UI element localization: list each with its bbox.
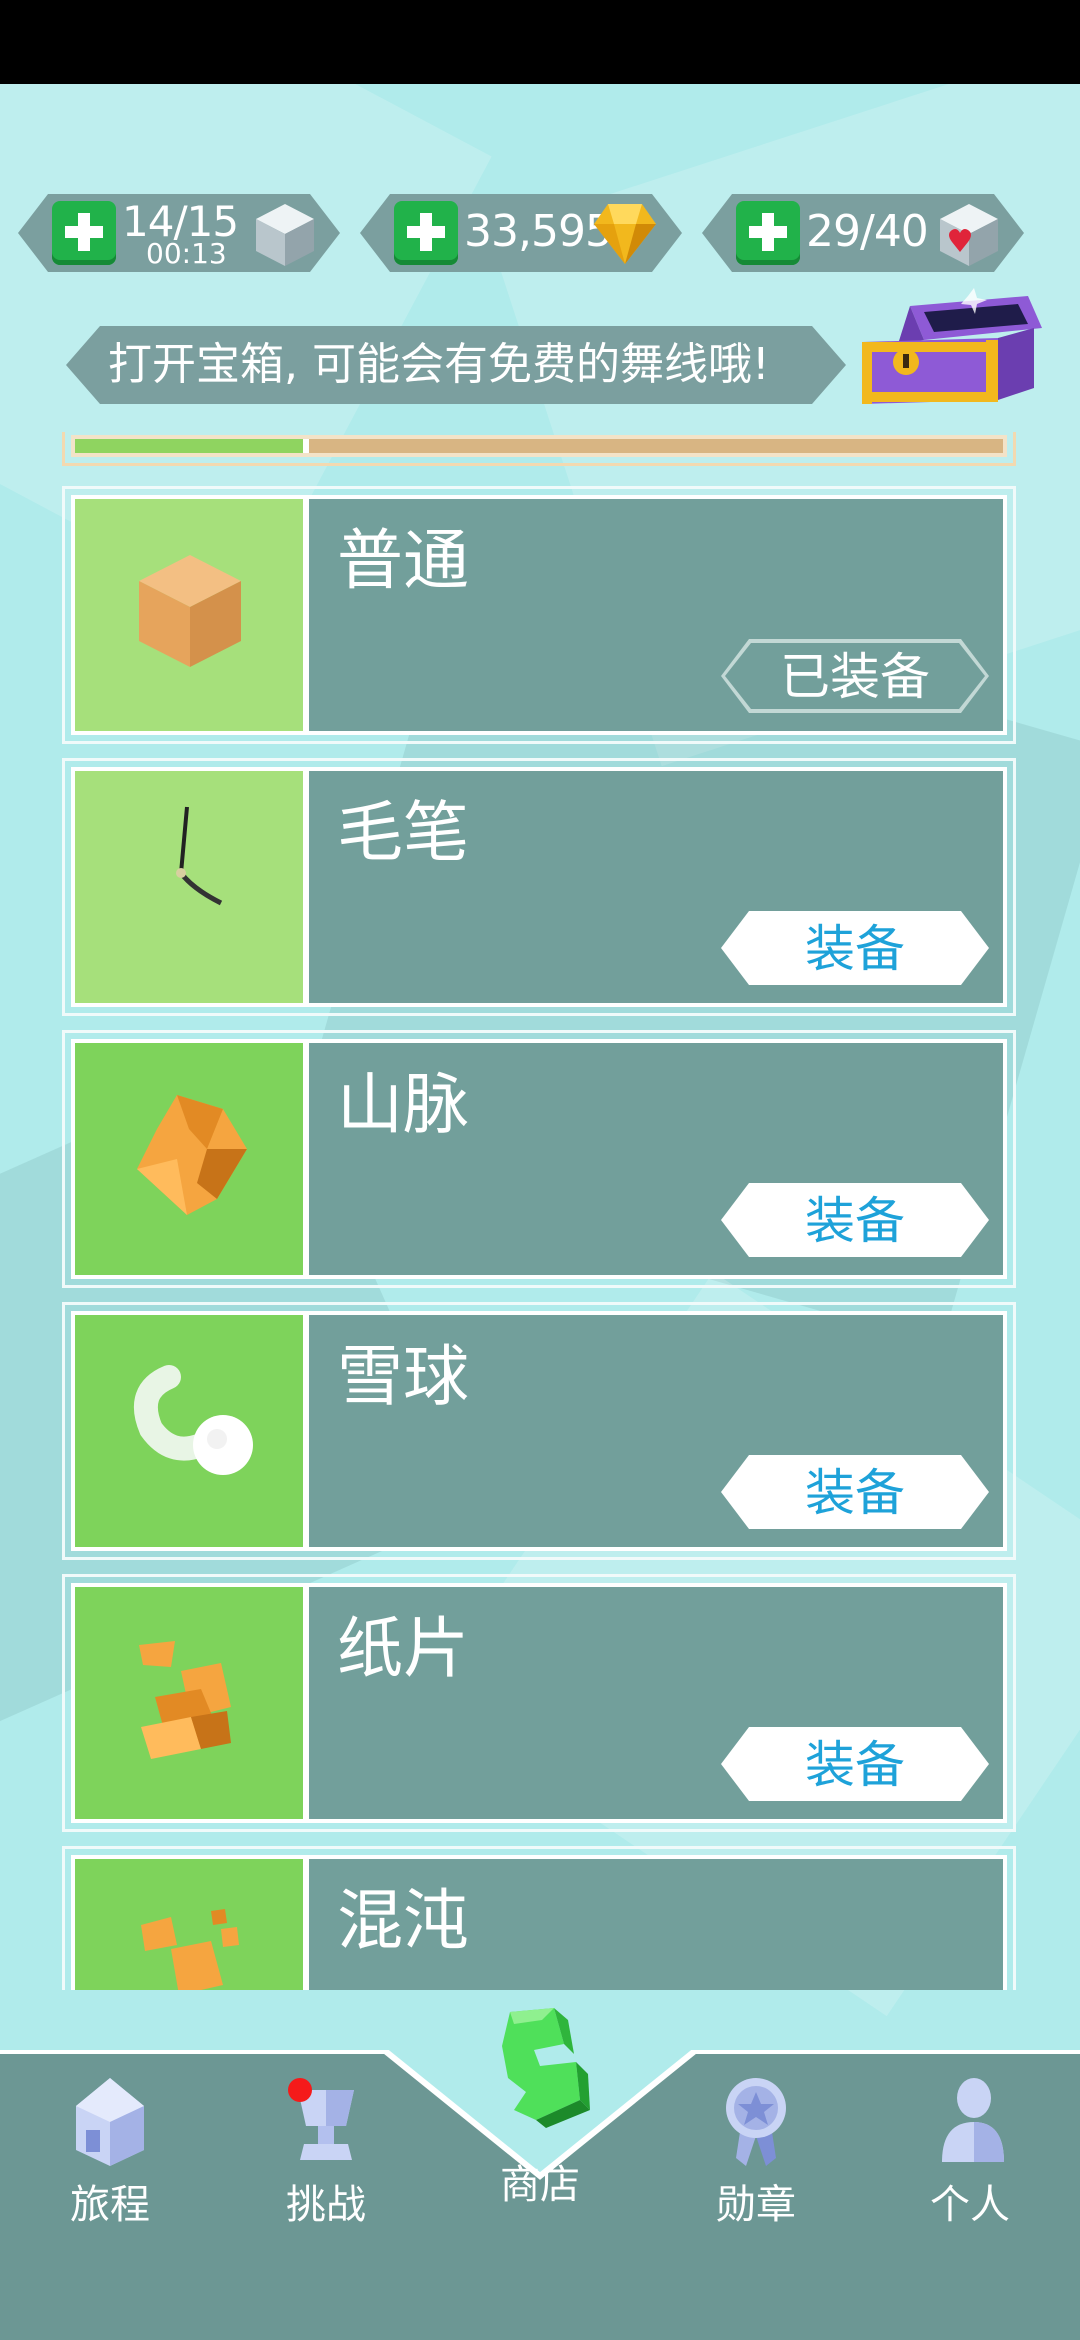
gems-value: 33,595 xyxy=(464,206,612,257)
status-bar xyxy=(0,0,1080,84)
trail-thumb xyxy=(75,499,309,731)
equip-button[interactable]: 装备 xyxy=(721,1455,989,1529)
trail-list[interactable]: 普通 已装备 毛笔 装备 山脉 装备 雪球 装备 纸片 装备 混沌 xyxy=(62,432,1016,1990)
equip-button[interactable]: 装备 xyxy=(721,911,989,985)
chest-hint-banner: 打开宝箱, 可能会有免费的舞线哦! xyxy=(66,326,846,404)
snowball-trail-icon xyxy=(133,1365,253,1475)
nav-profile[interactable]: 个人 xyxy=(862,2070,1078,2250)
trail-thumb xyxy=(75,1315,309,1547)
trail-name: 混沌 xyxy=(337,1882,469,1959)
heart-cube-icon xyxy=(938,202,1000,268)
equip-button[interactable]: 装备 xyxy=(721,1727,989,1801)
lives-value: 29/40 xyxy=(806,206,928,257)
house-icon xyxy=(76,2078,144,2166)
energy-timer: 00:13 xyxy=(146,237,227,270)
trail-thumb xyxy=(75,1859,309,1990)
trail-thumb xyxy=(75,1043,309,1275)
trail-name: 毛笔 xyxy=(337,794,469,871)
trail-thumb xyxy=(75,1587,309,1819)
lives-counter: 29/40 xyxy=(702,194,1024,272)
nav-label: 商店 xyxy=(500,2162,580,2208)
trail-name: 纸片 xyxy=(337,1610,469,1687)
cube-icon xyxy=(139,555,241,667)
nav-journey[interactable]: 旅程 xyxy=(2,2070,218,2250)
person-icon xyxy=(942,2078,1004,2162)
chaos-trail-icon xyxy=(141,1909,239,1990)
button-label: 装备 xyxy=(805,1464,905,1522)
energy-counter: 14/15 00:13 xyxy=(18,194,340,272)
button-label: 装备 xyxy=(805,1736,905,1794)
chest-hint-text: 打开宝箱, 可能会有免费的舞线哦! xyxy=(108,339,770,390)
trail-card-chaos[interactable]: 混沌 装备 xyxy=(62,1846,1016,1990)
nav-label: 个人 xyxy=(930,2182,1010,2228)
nav-label: 旅程 xyxy=(70,2182,150,2228)
nav-shop[interactable]: 商店 xyxy=(432,2006,648,2208)
medal-icon xyxy=(726,2078,786,2166)
trail-name: 山脉 xyxy=(337,1066,469,1143)
gold-gem-icon xyxy=(592,202,658,266)
button-label: 装备 xyxy=(805,1192,905,1250)
gems-counter: 33,595 xyxy=(360,194,682,272)
trail-thumb xyxy=(75,771,309,1003)
mountain-trail-icon xyxy=(137,1095,247,1215)
brush-trail-icon xyxy=(176,806,223,906)
treasure-chest-icon[interactable] xyxy=(858,288,1044,406)
nav-label: 挑战 xyxy=(286,2182,366,2228)
equip-button[interactable]: 装备 xyxy=(721,1183,989,1257)
trail-card-mountain[interactable]: 山脉 装备 xyxy=(62,1030,1016,1288)
trail-name: 雪球 xyxy=(337,1338,469,1415)
partial-card xyxy=(62,432,1016,466)
add-gems-button[interactable] xyxy=(394,201,458,265)
add-energy-button[interactable] xyxy=(52,201,116,265)
trail-card-brush[interactable]: 毛笔 装备 xyxy=(62,758,1016,1016)
trail-card-paper[interactable]: 纸片 装备 xyxy=(62,1574,1016,1832)
button-label: 装备 xyxy=(805,920,905,978)
nav-medals[interactable]: 勋章 xyxy=(648,2070,864,2250)
equipped-button[interactable]: 已装备 xyxy=(721,639,989,713)
nav-label: 勋章 xyxy=(716,2182,796,2228)
nav-challenge[interactable]: 挑战 xyxy=(218,2070,434,2250)
shop-s-block-icon xyxy=(502,2008,590,2128)
add-lives-button[interactable] xyxy=(736,201,800,265)
paper-trail-icon xyxy=(139,1641,231,1759)
trail-name: 普通 xyxy=(337,522,469,599)
trail-card-normal[interactable]: 普通 已装备 xyxy=(62,486,1016,744)
notification-badge xyxy=(288,2078,312,2102)
button-label: 已装备 xyxy=(780,648,930,706)
gray-cube-icon xyxy=(254,202,316,268)
trail-card-snowball[interactable]: 雪球 装备 xyxy=(62,1302,1016,1560)
